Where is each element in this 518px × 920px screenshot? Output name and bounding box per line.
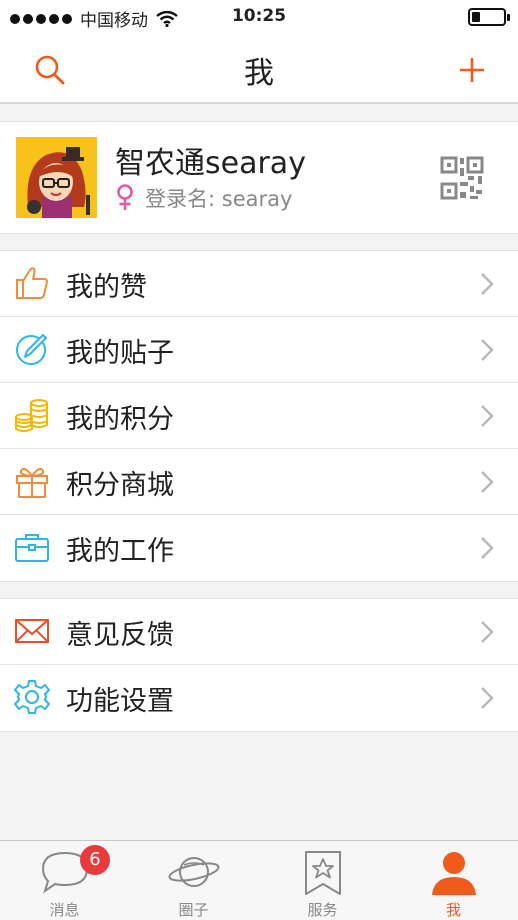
menu-label: 我的工作 bbox=[66, 536, 174, 567]
tab-label: 我 bbox=[445, 901, 461, 919]
tab-me[interactable]: 我 bbox=[389, 841, 518, 920]
profile-login: 登录名: searay bbox=[115, 183, 292, 213]
gear-icon bbox=[14, 680, 50, 714]
battery-icon bbox=[468, 8, 510, 26]
chevron-right-icon bbox=[481, 405, 494, 427]
tab-label: 服务 bbox=[307, 901, 338, 919]
menu-label: 我的积分 bbox=[66, 404, 174, 435]
menu-item-my-likes[interactable]: 我的赞 bbox=[0, 251, 518, 317]
thumbs-up-icon bbox=[16, 267, 48, 299]
chevron-right-icon bbox=[481, 537, 494, 559]
tab-label: 消息 bbox=[49, 901, 80, 919]
menu-item-points-mall[interactable]: 积分商城 bbox=[0, 449, 518, 515]
menu-item-my-posts[interactable]: 我的贴子 bbox=[0, 317, 518, 383]
profile-name: 智农通searay bbox=[115, 146, 306, 181]
briefcase-icon bbox=[15, 534, 49, 562]
tab-bar: 6 消息 圈子 服务 我 bbox=[0, 840, 518, 920]
envelope-icon bbox=[15, 619, 49, 643]
menu-label: 我的贴子 bbox=[66, 338, 174, 369]
status-time: 10:25 bbox=[231, 6, 287, 26]
chevron-right-icon bbox=[481, 339, 494, 361]
star-bookmark-icon bbox=[304, 851, 341, 895]
page-title: 我 bbox=[244, 56, 274, 91]
menu-group-secondary: 意见反馈 功能设置 bbox=[0, 598, 518, 732]
battery-fill bbox=[472, 12, 480, 22]
profile-card[interactable]: 智农通searay 登录名: searay bbox=[0, 121, 518, 234]
chevron-right-icon bbox=[481, 471, 494, 493]
menu-item-feedback[interactable]: 意见反馈 bbox=[0, 599, 518, 665]
menu-group-primary: 我的赞 我的贴子 我的积分 积分商城 我的工作 bbox=[0, 250, 518, 582]
menu-label: 积分商城 bbox=[66, 470, 174, 501]
unread-badge: 6 bbox=[80, 845, 110, 875]
navigation-bar: 我 bbox=[0, 34, 518, 104]
qr-code-icon[interactable] bbox=[440, 156, 484, 200]
person-icon bbox=[431, 852, 476, 895]
tab-label: 圈子 bbox=[178, 901, 209, 919]
menu-label: 意见反馈 bbox=[66, 620, 174, 651]
chevron-right-icon bbox=[481, 621, 494, 643]
tab-services[interactable]: 服务 bbox=[258, 841, 387, 920]
menu-item-my-work[interactable]: 我的工作 bbox=[0, 515, 518, 581]
menu-label: 功能设置 bbox=[66, 686, 174, 717]
menu-label: 我的赞 bbox=[66, 272, 147, 303]
chevron-right-icon bbox=[481, 273, 494, 295]
pen-circle-icon bbox=[16, 334, 47, 365]
menu-item-settings[interactable]: 功能设置 bbox=[0, 665, 518, 731]
plus-icon[interactable] bbox=[452, 50, 492, 90]
tab-messages[interactable]: 6 消息 bbox=[0, 841, 129, 920]
planet-icon bbox=[168, 857, 219, 887]
female-icon bbox=[117, 184, 133, 210]
chevron-right-icon bbox=[481, 687, 494, 709]
status-bar: 中国移动 10:25 bbox=[0, 0, 518, 34]
menu-item-my-points[interactable]: 我的积分 bbox=[0, 383, 518, 449]
tab-circles[interactable]: 圈子 bbox=[129, 841, 258, 920]
gift-icon bbox=[16, 467, 48, 498]
avatar bbox=[16, 137, 97, 218]
login-name-label: 登录名: searay bbox=[145, 187, 293, 211]
coins-icon bbox=[15, 399, 48, 432]
